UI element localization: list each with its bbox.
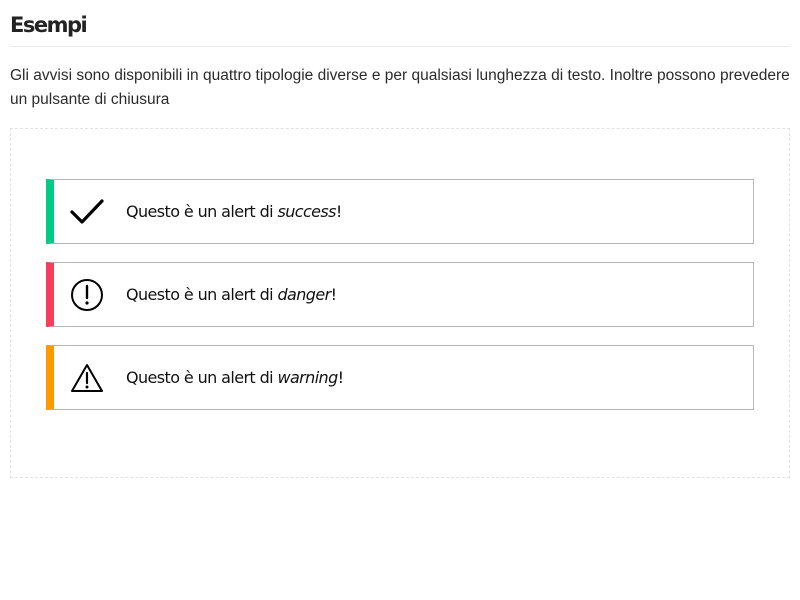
alert-success-message: Questo è un alert di success! xyxy=(126,202,342,221)
warning-triangle-icon xyxy=(68,359,106,397)
alert-warning-message: Questo è un alert di warning! xyxy=(126,368,344,387)
alert-type-emphasis: danger xyxy=(277,285,331,304)
section-description: Gli avvisi sono disponibili in quattro t… xyxy=(10,67,790,108)
section-heading: Esempi xyxy=(10,10,790,47)
exclamation-circle-icon xyxy=(68,276,106,314)
alert-success: Questo è un alert di success! xyxy=(46,179,754,244)
page-title: Esempi xyxy=(10,13,88,37)
alert-danger-message: Questo è un alert di danger! xyxy=(126,285,337,304)
example-container: Questo è un alert di success! Questo è u… xyxy=(10,128,790,478)
alert-danger: Questo è un alert di danger! xyxy=(46,262,754,327)
alert-warning: Questo è un alert di warning! xyxy=(46,345,754,410)
check-icon xyxy=(68,193,106,231)
alert-type-emphasis: warning xyxy=(277,368,338,387)
alert-type-emphasis: success xyxy=(277,202,336,221)
